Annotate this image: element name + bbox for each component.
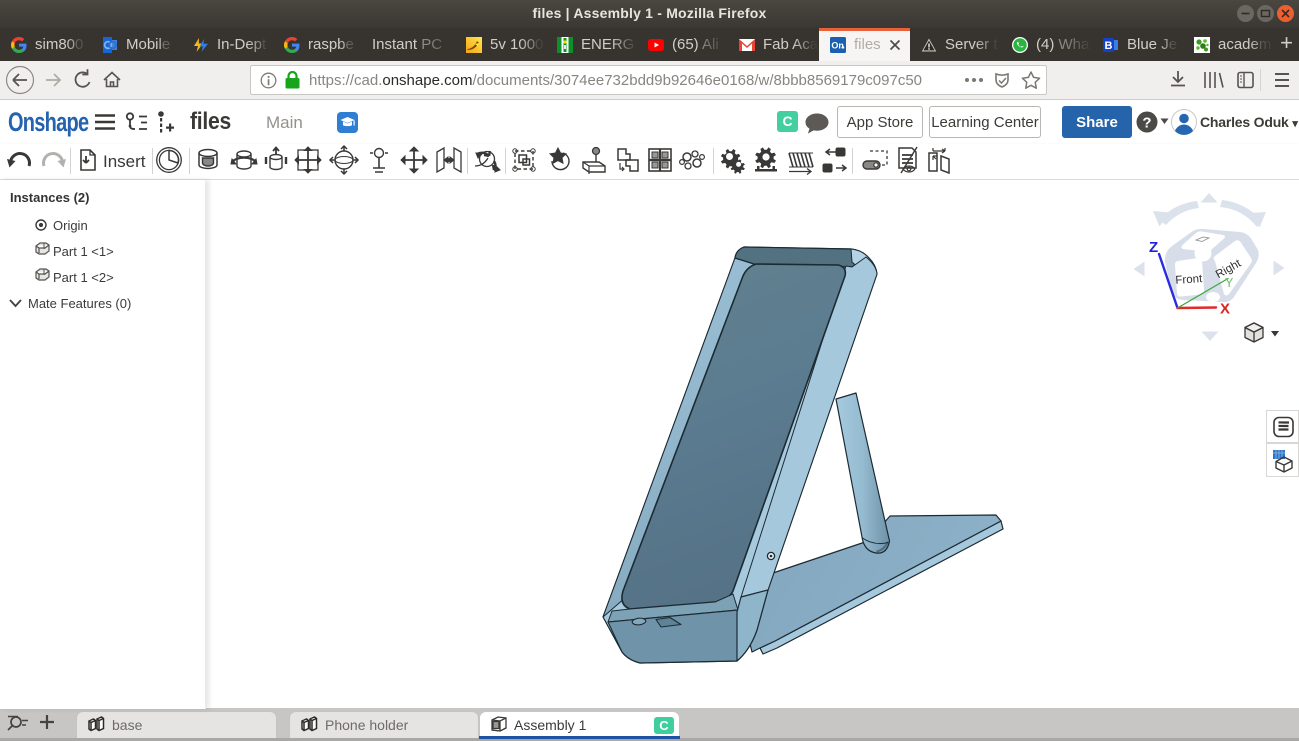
svg-text:Front: Front: [1175, 273, 1203, 287]
svg-text:Y: Y: [1225, 276, 1234, 290]
svg-text:X: X: [1220, 301, 1230, 318]
svg-text:Z: Z: [1149, 239, 1158, 256]
svg-text:B: B: [1105, 40, 1113, 52]
svg-text:On: On: [831, 40, 844, 50]
svg-text:?: ?: [1142, 115, 1151, 132]
